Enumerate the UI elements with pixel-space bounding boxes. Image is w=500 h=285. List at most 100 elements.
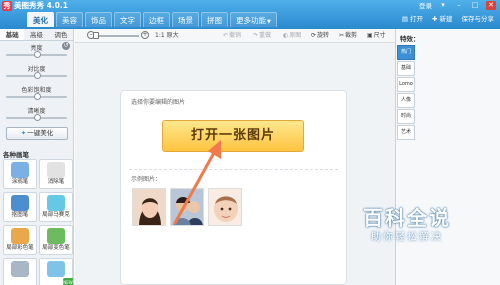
original-label: 原图 [289,32,302,39]
redo-button[interactable]: ↷重做 [253,31,271,41]
resize-button[interactable]: ▣尺寸 [367,31,386,41]
save-share-label: 保存与分享 [461,15,495,23]
zoom-slider[interactable] [97,35,139,37]
brush-cutout[interactable]: 抠图笔 [3,192,37,222]
brush-grid: 涂鸦笔 消除笔 抠图笔 局部马赛克 局部彩色笔 局部变色笔 NEW [3,159,73,285]
brush-icon [47,261,65,277]
sample-images [132,188,242,226]
divider [129,169,338,170]
save-share-button[interactable]: 保存与分享 [462,13,495,25]
slider-knob[interactable] [33,93,41,100]
sample-image-3[interactable] [208,188,242,226]
open-image-button[interactable]: 打开一张图片 [162,120,304,152]
watermark: 百科全说 助你轻松解决 [342,205,472,265]
open-file-button[interactable]: ▤ 打开 [402,13,423,25]
slider-knob[interactable] [33,114,41,121]
subtab-color[interactable]: 调色 [49,29,73,40]
main-tabs: 美化 美容 饰品 文字 边框 场景 拼图 更多功能▼ [27,12,277,27]
actual-size-button[interactable]: 1:1 原大 [155,31,179,41]
app-title: 美图秀秀 4.0.1 [14,1,68,10]
folder-icon: ▤ [401,15,409,23]
color-brush-icon [11,228,29,244]
eraser-icon [47,162,65,178]
maximize-icon[interactable]: □ [470,1,480,10]
brightness-slider: 亮度 ↺ [0,41,73,62]
subtab-basic[interactable]: 基础 [0,29,25,40]
sample-image-2[interactable] [170,188,204,226]
open-image-card: 选择你要编辑的图片 打开一张图片 示例图片： [120,90,347,285]
tab-more[interactable]: 更多功能▼ [230,12,277,27]
saturation-slider: 色彩饱和度 [0,83,73,104]
login-link[interactable]: 登录 [419,1,432,11]
sample-image-1[interactable] [132,188,166,226]
effect-tab-hot[interactable]: 热门 [397,45,415,60]
title-bar: 秀 美图秀秀 4.0.1 登录 ▾ – □ ✕ 美化 美容 饰品 文字 边框 场… [0,0,500,29]
adjust-subtabs: 基础 高级 调色 [0,29,73,41]
cutout-brush-icon [11,195,29,211]
slider-knob[interactable] [33,51,41,58]
tab-accessories[interactable]: 饰品 [85,12,112,27]
top-actions: ▤ 打开 ✚ 新建 保存与分享 [402,13,494,25]
zoom-in-icon[interactable]: + [141,31,149,39]
reset-icon[interactable]: ↺ [62,42,70,50]
brush-extra-1[interactable] [3,258,37,285]
brush-partial-color[interactable]: 局部彩色笔 [3,225,37,255]
chevron-down-icon: ▼ [267,19,271,25]
effect-tab-basic[interactable]: 基础 [397,61,415,76]
crop-button[interactable]: ✂裁剪 [339,31,357,41]
brush-extra-2[interactable]: NEW [39,258,73,285]
brush-partial-recolor[interactable]: 局部变色笔 [39,225,73,255]
effect-tab-fashion[interactable]: 时尚 [397,109,415,124]
resize-icon: ▣ [367,32,373,39]
tab-text[interactable]: 文字 [114,12,141,27]
left-panel: 基础 高级 调色 亮度 ↺ 对比度 色彩饱和度 清晰度 ✦一键美化 各种画笔 涂… [0,29,74,285]
card-hint: 选择你要编辑的图片 [131,99,186,106]
menu-icon[interactable]: ▾ [438,1,448,10]
brush-mosaic[interactable]: 局部马赛克 [39,192,73,222]
watermark-title: 百科全说 [363,206,451,230]
tab-border[interactable]: 边框 [143,12,170,27]
original-button[interactable]: ◐原图 [283,31,301,41]
zoom-slider-knob[interactable] [93,32,99,39]
brush-label: 涂鸦笔 [11,179,29,185]
brush-label: 局部彩色笔 [6,245,34,251]
brush-label: 局部马赛克 [42,212,70,218]
brush-doodle[interactable]: 涂鸦笔 [3,159,37,189]
image-toolbar: – + 1:1 原大 ↶撤销 ↷重做 ◐原图 ⟳旋转 ✂裁剪 ▣尺寸 [75,29,395,43]
doodle-brush-icon [11,162,29,178]
original-icon: ◐ [283,32,289,39]
mosaic-icon [47,195,65,211]
slider-knob[interactable] [33,72,41,79]
portrait-couple-icon [171,189,203,225]
subtab-advanced[interactable]: 高级 [24,29,48,40]
open-file-label: 打开 [410,15,424,23]
rotate-button[interactable]: ⟳旋转 [311,31,329,41]
resize-label: 尺寸 [373,32,386,39]
effect-tab-art[interactable]: 艺术 [397,125,415,140]
new-badge: NEW [63,278,73,285]
effect-tab-portrait[interactable]: 人像 [397,93,415,108]
tab-beauty[interactable]: 美容 [56,12,83,27]
close-icon[interactable]: ✕ [486,1,496,10]
brush-label: 抠图笔 [11,212,29,218]
recolor-brush-icon [47,228,65,244]
beautify-label: 一键美化 [27,129,54,137]
new-file-button[interactable]: ✚ 新建 [432,13,452,25]
undo-label: 撤销 [229,32,242,39]
brush-eraser[interactable]: 消除笔 [39,159,73,189]
app-logo-icon: 秀 [2,1,12,11]
tab-scene[interactable]: 场景 [172,12,199,27]
sharpness-slider: 清晰度 [0,104,73,125]
portrait-woman-icon [133,189,165,225]
contrast-slider: 对比度 [0,62,73,83]
undo-button[interactable]: ↶撤销 [223,31,241,41]
portrait-baby-icon [209,189,241,225]
watermark-subtitle: 助你轻松解决 [371,232,443,243]
new-file-label: 新建 [439,15,453,23]
tab-collage[interactable]: 拼图 [201,12,228,27]
tab-more-label: 更多功能 [236,16,266,25]
minimize-icon[interactable]: – [454,1,464,10]
one-click-beautify-button[interactable]: ✦一键美化 [6,127,68,140]
tab-beautify[interactable]: 美化 [27,12,54,27]
effect-tab-lomo[interactable]: Lomo [397,77,415,92]
